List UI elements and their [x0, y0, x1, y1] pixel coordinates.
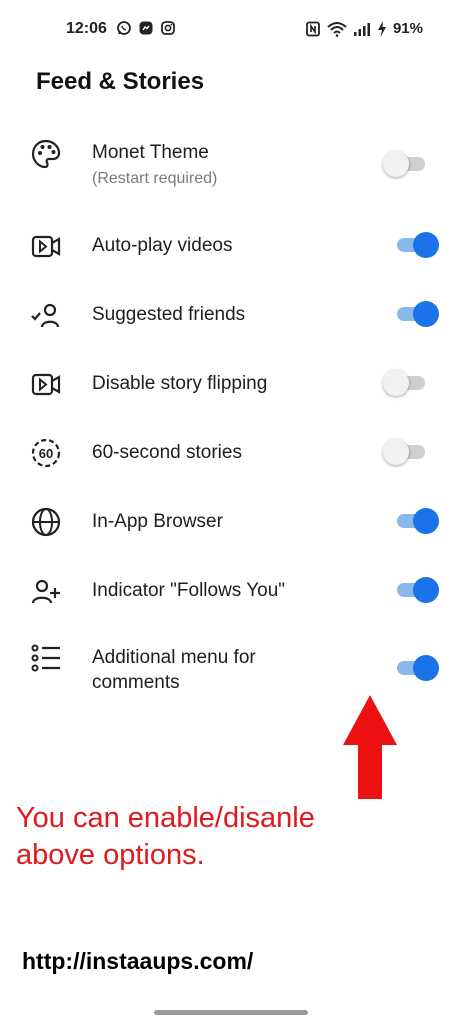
- monet-theme-toggle[interactable]: [383, 150, 429, 178]
- setting-label-line-1: Additional menu for: [92, 647, 256, 668]
- setting-label: Monet Theme: [92, 142, 209, 163]
- setting-label-line-2: comments: [92, 672, 180, 693]
- setting-auto-play-videos[interactable]: Auto-play videos: [0, 228, 461, 264]
- setting-monet-theme[interactable]: Monet Theme (Restart required): [0, 136, 461, 200]
- auto-play-videos-toggle[interactable]: [393, 231, 439, 259]
- setting-label: 60-second stories: [92, 442, 242, 463]
- nfc-icon: [306, 21, 320, 36]
- additional-menu-for-comments-toggle[interactable]: [393, 654, 439, 682]
- svg-text:60: 60: [39, 446, 53, 461]
- palette-icon: [31, 139, 61, 169]
- video-icon: [31, 373, 61, 396]
- red-up-arrow-icon: [343, 695, 397, 799]
- list-icon: [31, 644, 60, 672]
- setting-label: Auto-play videos: [92, 235, 233, 256]
- annotation-line-1: You can enable/disanle: [16, 802, 315, 834]
- disable-story-flipping-toggle[interactable]: [383, 369, 429, 397]
- indicator-follows-you-toggle[interactable]: [393, 576, 439, 604]
- setting-label: Indicator "Follows You": [92, 580, 286, 601]
- home-indicator[interactable]: [154, 1010, 308, 1015]
- status-time: 12:06: [66, 20, 107, 37]
- footer-url: http://instaaups.com/: [22, 948, 254, 974]
- setting-label: Disable story flipping: [92, 373, 268, 394]
- suggested-friends-toggle[interactable]: [393, 300, 439, 328]
- 60-second-stories-toggle[interactable]: [383, 438, 429, 466]
- status-right: 91%: [305, 20, 423, 37]
- setting-suggested-friends[interactable]: Suggested friends: [0, 297, 461, 333]
- setting-label: In-App Browser: [92, 511, 223, 532]
- whatsapp-icon: [117, 21, 131, 35]
- signal-icon: [353, 22, 370, 36]
- battery-level: 91%: [392, 20, 423, 37]
- setting-disable-story-flipping[interactable]: Disable story flipping: [0, 366, 461, 402]
- setting-indicator-follows-you[interactable]: Indicator "Follows You": [0, 573, 461, 609]
- setting-60-second-stories[interactable]: 60 60-second stories: [0, 435, 461, 471]
- status-bar: 12:06 91%: [0, 0, 461, 60]
- sixty-seconds-icon: 60: [31, 438, 61, 468]
- globe-icon: [31, 507, 61, 537]
- setting-sublabel: (Restart required): [92, 170, 218, 187]
- add-person-icon: [31, 579, 60, 604]
- annotation-line-2: above options.: [16, 839, 205, 871]
- suggested-friends-icon: [31, 303, 60, 328]
- messenger-icon: [139, 21, 153, 35]
- setting-additional-menu-for-comments[interactable]: Additional menu for comments: [0, 640, 461, 698]
- page-title: Feed & Stories: [36, 68, 205, 95]
- annotation-text: You can enable/disanle above options.: [16, 800, 416, 874]
- setting-label: Suggested friends: [92, 304, 246, 325]
- charging-icon: [377, 20, 386, 37]
- video-icon: [31, 235, 61, 258]
- in-app-browser-toggle[interactable]: [393, 507, 439, 535]
- wifi-icon: [327, 21, 347, 37]
- instagram-icon: [161, 21, 175, 35]
- status-app-icons: [116, 20, 176, 36]
- setting-in-app-browser[interactable]: In-App Browser: [0, 504, 461, 540]
